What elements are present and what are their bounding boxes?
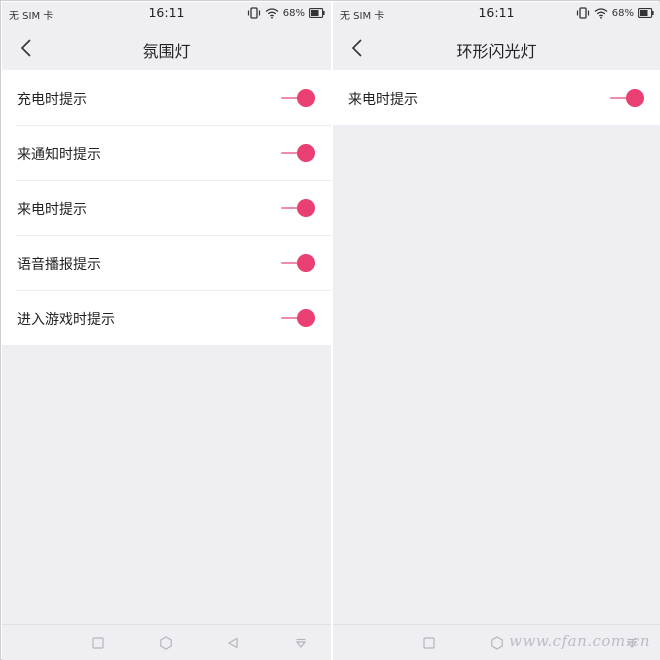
right-screen: 无 SIM 卡 16:11 68% 环形闪光灯 来电时提示 www.cfan.c…: [333, 2, 660, 660]
left-screen: 无 SIM 卡 16:11 68% 氛围灯 充电时提示 来通知时提示 来电时提示…: [2, 2, 331, 660]
navigation-bar: [2, 624, 331, 660]
vibrate-icon: [247, 7, 260, 19]
list-item[interactable]: 充电时提示: [2, 70, 331, 125]
toggle-switch[interactable]: [281, 253, 315, 273]
square-icon: [423, 637, 435, 649]
status-bar: 无 SIM 卡 16:11 68%: [2, 2, 331, 26]
pull-down-icon: [295, 638, 307, 648]
page-title: 环形闪光灯: [456, 42, 537, 61]
vibrate-icon: [576, 7, 589, 19]
battery-percent: 68%: [282, 7, 305, 19]
hexagon-icon: [491, 636, 503, 650]
page-header: 氛围灯: [2, 26, 331, 70]
page-title: 氛围灯: [142, 42, 191, 61]
list-item-label: 来电时提示: [17, 202, 87, 218]
settings-list: 充电时提示 来通知时提示 来电时提示 语音播报提示 进入游戏时提示: [2, 70, 331, 345]
list-item[interactable]: 来电时提示: [2, 180, 331, 235]
battery-icon: [638, 8, 654, 18]
notification-pull-button[interactable]: [293, 635, 309, 651]
toggle-switch[interactable]: [281, 143, 315, 163]
watermark: www.cfan.com.cn: [509, 632, 650, 650]
toggle-switch[interactable]: [281, 308, 315, 328]
back-nav-button[interactable]: [225, 635, 241, 651]
list-item-label: 充电时提示: [17, 92, 87, 108]
toggle-switch[interactable]: [610, 88, 644, 108]
home-button[interactable]: [158, 635, 174, 651]
hexagon-icon: [160, 636, 172, 650]
recent-apps-button[interactable]: [421, 635, 437, 651]
toggle-switch[interactable]: [281, 198, 315, 218]
status-icons: 68%: [247, 6, 325, 20]
list-item-label: 语音播报提示: [17, 257, 101, 273]
list-item-label: 进入游戏时提示: [17, 312, 115, 328]
list-item[interactable]: 来电时提示: [333, 70, 660, 125]
home-button[interactable]: [489, 635, 505, 651]
battery-percent: 68%: [611, 7, 634, 19]
list-item[interactable]: 进入游戏时提示: [2, 290, 331, 345]
list-item-label: 来电时提示: [348, 92, 418, 108]
wifi-icon: [265, 8, 279, 19]
list-item[interactable]: 来通知时提示: [2, 125, 331, 180]
battery-icon: [309, 8, 325, 18]
status-icons: 68%: [576, 6, 654, 20]
toggle-switch[interactable]: [281, 88, 315, 108]
settings-list: 来电时提示: [333, 70, 660, 125]
square-icon: [92, 637, 104, 649]
status-bar: 无 SIM 卡 16:11 68%: [333, 2, 660, 26]
screenshot-frame: 无 SIM 卡 16:11 68% 氛围灯 充电时提示 来通知时提示 来电时提示…: [0, 0, 660, 660]
list-item[interactable]: 语音播报提示: [2, 235, 331, 290]
recent-apps-button[interactable]: [90, 635, 106, 651]
triangle-back-icon: [227, 637, 238, 649]
wifi-icon: [594, 8, 608, 19]
page-header: 环形闪光灯: [333, 26, 660, 70]
list-item-label: 来通知时提示: [17, 147, 101, 163]
